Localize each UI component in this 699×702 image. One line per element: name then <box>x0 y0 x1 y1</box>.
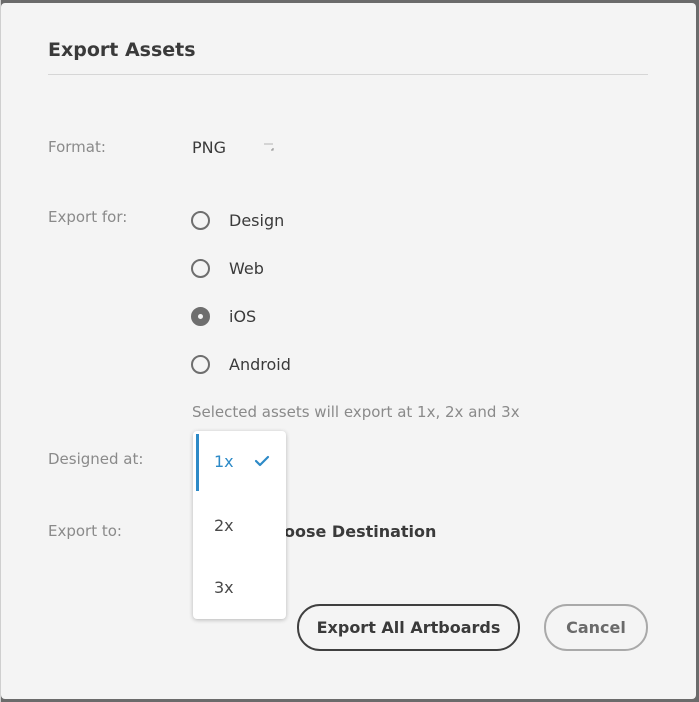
designed-at-label: Designed at: <box>48 450 144 468</box>
designed-at-dropdown-menu: 1x 2x 3x <box>193 431 286 619</box>
radio-design[interactable]: Design <box>191 207 284 233</box>
format-select-value[interactable]: PNG <box>192 138 226 157</box>
export-assets-dialog: Export Assets Format: PNG Export for: De… <box>1 3 696 699</box>
option-label-3x: 3x <box>214 577 234 597</box>
cancel-button[interactable]: Cancel <box>544 604 648 651</box>
dropdown-option-2x[interactable]: 2x <box>193 495 286 555</box>
export-scale-hint: Selected assets will export at 1x, 2x an… <box>192 403 520 421</box>
selection-indicator <box>196 434 199 491</box>
radio-button-icon[interactable] <box>191 258 210 278</box>
export-for-label: Export for: <box>48 208 128 226</box>
radio-label-android: Android <box>229 354 291 374</box>
checkmark-icon <box>254 455 269 467</box>
choose-destination-link[interactable]: oose Destination <box>284 522 436 541</box>
radio-label-ios: iOS <box>229 306 257 326</box>
dropdown-option-1x[interactable]: 1x <box>193 431 286 491</box>
radio-ios[interactable]: iOS <box>191 303 256 329</box>
dialog-title: Export Assets <box>48 39 196 61</box>
radio-button-selected-icon[interactable] <box>191 306 210 326</box>
export-all-artboards-button[interactable]: Export All Artboards <box>297 604 520 651</box>
radio-label-design: Design <box>229 210 285 230</box>
dropdown-caret-icon[interactable] <box>263 142 275 154</box>
title-divider <box>48 74 648 75</box>
radio-web[interactable]: Web <box>191 255 264 281</box>
option-label-1x: 1x <box>214 451 234 471</box>
option-label-2x: 2x <box>214 515 234 535</box>
radio-button-icon[interactable] <box>191 354 210 374</box>
format-label: Format: <box>48 138 106 156</box>
radio-label-web: Web <box>229 258 264 278</box>
radio-button-icon[interactable] <box>191 210 210 230</box>
export-to-label: Export to: <box>48 522 122 540</box>
dropdown-option-3x[interactable]: 3x <box>193 557 286 617</box>
radio-android[interactable]: Android <box>191 351 291 377</box>
